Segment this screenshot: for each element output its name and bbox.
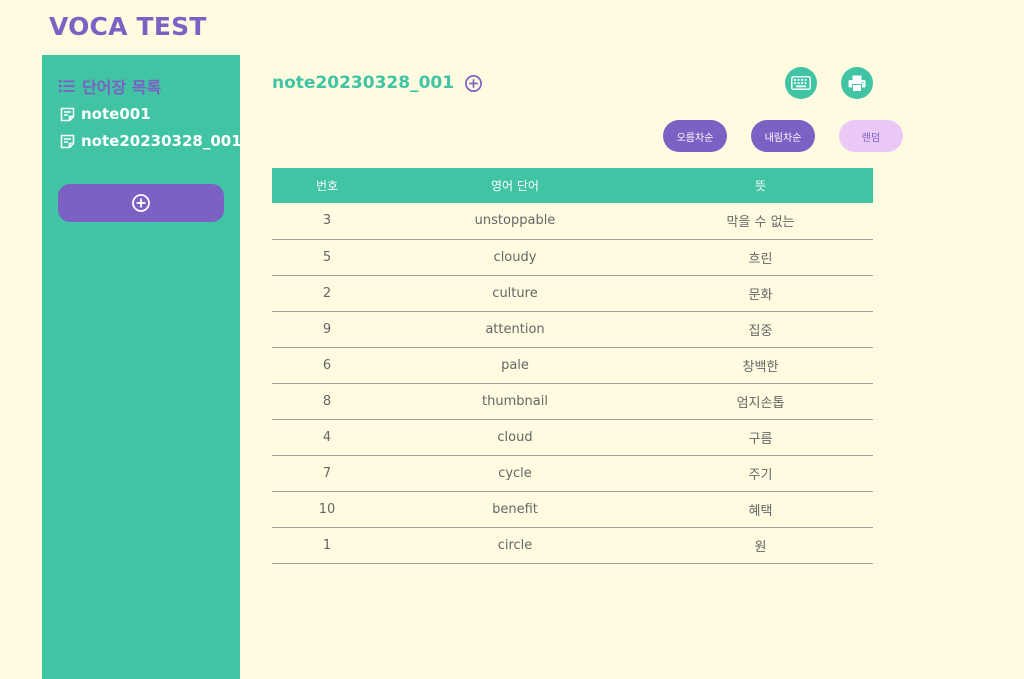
- cell-word: circle: [497, 537, 533, 553]
- cell-word: cloud: [497, 429, 533, 445]
- cell-word: benefit: [492, 501, 538, 517]
- cell-number: 10: [318, 501, 336, 517]
- cell-number: 5: [322, 249, 332, 265]
- table-row: 1 circle 원: [272, 527, 873, 563]
- sort-descending-button[interactable]: 내림차순: [751, 120, 815, 152]
- sort-ascending-button[interactable]: 오름차순: [663, 120, 727, 152]
- table-row: 5 cloudy 흐린: [272, 239, 873, 275]
- table-row: 2 culture 문화: [272, 275, 873, 311]
- add-word-icon[interactable]: [464, 74, 483, 93]
- table-header-row: 번호 영어 단어 뜻: [272, 168, 873, 203]
- keyboard-button[interactable]: [785, 67, 817, 99]
- sidebar-header: 단어장 목록: [59, 74, 161, 98]
- keyboard-icon: [791, 76, 811, 90]
- cell-word: cycle: [498, 465, 532, 481]
- cell-word: culture: [492, 285, 538, 301]
- cell-meaning: 엄지손톱: [736, 395, 785, 411]
- table-row: 8 thumbnail 엄지손톱: [272, 383, 873, 419]
- cell-number: 3: [322, 213, 332, 229]
- printer-icon: [848, 75, 866, 92]
- table-row: 3 unstoppable 막을 수 없는: [272, 203, 873, 239]
- vocab-table: 번호 영어 단어 뜻 3 unstoppable 막을 수 없는 5 cloudy 흐린…: [272, 168, 873, 564]
- column-header-number: 번호: [315, 179, 339, 193]
- table-row: 9 attention 집중: [272, 311, 873, 347]
- cell-meaning: 막을 수 없는: [726, 215, 795, 231]
- sidebar-item-note001[interactable]: note001: [60, 105, 151, 123]
- list-icon: [59, 80, 75, 93]
- table-row: 10 benefit 혜택: [272, 491, 873, 527]
- sort-random-button[interactable]: 랜덤: [839, 120, 903, 152]
- sidebar: 단어장 목록 note001 note20230328_001: [42, 55, 242, 679]
- cell-word: thumbnail: [482, 393, 548, 409]
- table-row: 4 cloud 구름: [272, 419, 873, 455]
- plus-circle-icon: [132, 194, 150, 212]
- cell-number: 1: [322, 537, 332, 553]
- sidebar-item-note20230328-001[interactable]: note20230328_001: [60, 132, 242, 150]
- cell-meaning: 원: [754, 539, 767, 555]
- cell-word: attention: [485, 321, 545, 337]
- cell-number: 4: [322, 429, 332, 445]
- print-button[interactable]: [841, 67, 873, 99]
- sidebar-header-label: 단어장 목록: [82, 78, 162, 97]
- cell-word: pale: [501, 357, 529, 373]
- page-title: note20230328_001: [272, 73, 455, 93]
- add-note-button[interactable]: [58, 184, 224, 222]
- cell-number: 6: [322, 357, 332, 373]
- cell-meaning: 문화: [748, 287, 773, 303]
- cell-meaning: 창백한: [742, 359, 779, 375]
- note-icon: [60, 107, 75, 121]
- cell-meaning: 혜택: [748, 503, 773, 519]
- column-header-word: 영어 단어: [491, 179, 539, 193]
- cell-number: 8: [322, 393, 332, 409]
- app-title: VOCA TEST: [49, 12, 207, 41]
- column-header-meaning: 뜻: [754, 179, 767, 193]
- table-row: 6 pale 창백한: [272, 347, 873, 383]
- cell-meaning: 구름: [748, 431, 773, 447]
- sidebar-item-label: note20230328_001: [81, 132, 242, 150]
- cell-word: cloudy: [493, 249, 537, 265]
- cell-meaning: 집중: [748, 323, 773, 339]
- cell-number: 7: [322, 465, 332, 481]
- sidebar-item-label: note001: [81, 105, 151, 123]
- cell-number: 9: [322, 321, 332, 337]
- cell-word: unstoppable: [474, 213, 556, 229]
- cell-meaning: 주기: [748, 467, 773, 483]
- table-row: 7 cycle 주기: [272, 455, 873, 491]
- note-icon: [60, 134, 75, 148]
- note-title-bar: note20230328_001: [272, 73, 483, 93]
- cell-number: 2: [322, 285, 332, 301]
- cell-meaning: 흐린: [748, 251, 773, 267]
